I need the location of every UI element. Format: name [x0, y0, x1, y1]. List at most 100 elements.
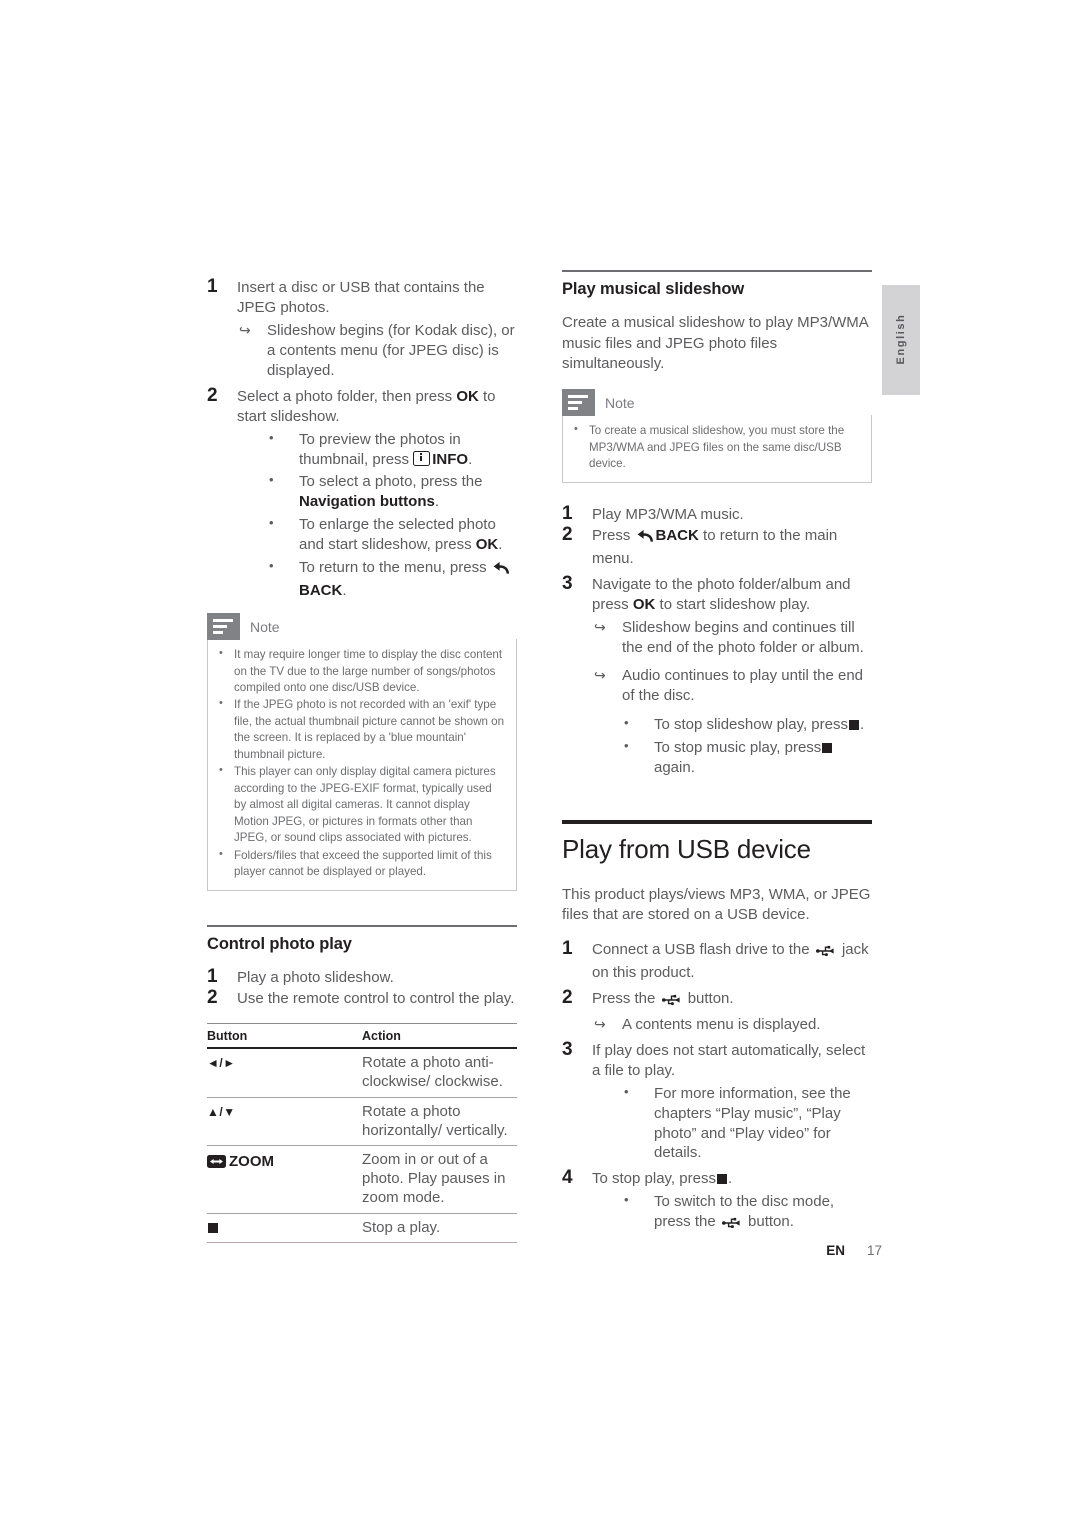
note-title: Note [605, 394, 635, 411]
step-number: 2 [562, 986, 573, 1008]
bullet-dot: • [219, 764, 223, 777]
note-item-text: It may require longer time to display th… [234, 648, 503, 694]
bullet-text-pre: To stop slideshow play, press [654, 715, 848, 733]
footer-page-number: 17 [866, 1243, 882, 1258]
step-text: To stop play, press. [592, 1170, 732, 1187]
step-result-text: Audio continues to play until the end of… [622, 666, 864, 704]
stop-icon [208, 1222, 218, 1233]
back-button-ref: BACK [655, 527, 699, 545]
back-button-ref: BACK [299, 582, 343, 600]
usb-icon [661, 992, 682, 1012]
note-item: • If the JPEG photo is not recorded with … [216, 697, 506, 763]
bullet-preview-thumbnail: • To preview the photos in thumbnail, pr… [237, 430, 517, 470]
step-number: 1 [562, 503, 573, 525]
cell-button: ▲/▼ [207, 1097, 362, 1147]
bullet-text-post: . [342, 582, 347, 600]
step-text: Play a photo slideshow. [237, 969, 394, 987]
bullet-stop-slideshow: • To stop slideshow play, press. [592, 715, 872, 735]
note-body: • It may require longer time to display t… [207, 639, 517, 892]
step-text-post: button. [683, 989, 734, 1007]
table-row: ▲/▼ Rotate a photo horizontally/ vertica… [207, 1097, 517, 1147]
section-intro: This product plays/views MP3, WMA, or JP… [562, 885, 871, 924]
step-text: If play does not start automatically, se… [592, 1041, 866, 1079]
page-footer: EN 17 [0, 1243, 1080, 1258]
arrow-icon: ↪ [594, 619, 606, 636]
step-text-pre: Press the [592, 989, 660, 1007]
control-step-2: 2 Use the remote control to control the … [207, 987, 517, 1009]
musical-step-2: 2 Press BACK to return to the main menu. [562, 524, 872, 569]
bullet-dot: • [269, 429, 274, 445]
bullet-text-post: . [434, 493, 439, 511]
usb-step-2: 2 Press the button. ↪ A contents menu is… [562, 986, 872, 1035]
step-text: Connect a USB flash drive to the jack on… [592, 941, 869, 981]
cell-action: Zoom in or out of a photo. Play pauses i… [362, 1145, 517, 1214]
back-icon [493, 561, 510, 581]
note-body: • To create a musical slideshow, you must… [562, 415, 872, 484]
note-item-text: To create a musical slideshow, you must … [589, 424, 845, 470]
note-icon [562, 389, 595, 417]
stop-icon [716, 1174, 727, 1185]
footer-locale: EN [826, 1243, 845, 1258]
arrow-icon: ↪ [594, 1015, 606, 1032]
back-icon [637, 529, 654, 549]
cell-action: Rotate a photo horizontally/ vertically. [362, 1097, 517, 1147]
bullet-text: For more information, see the chapters “… [654, 1084, 851, 1162]
info-icon [413, 450, 431, 466]
note-box-photo: Note • It may require longer time to disp… [207, 613, 517, 892]
left-right-arrows-icon: ◄/► [207, 1056, 236, 1071]
stop-icon [848, 719, 859, 730]
note-header: Note [562, 389, 872, 417]
bullet-dot: • [624, 714, 629, 730]
step-number: 3 [562, 573, 573, 595]
right-column: Play musical slideshow Create a musical … [562, 270, 872, 1241]
note-item: • This player can only display digital ca… [216, 764, 506, 846]
step-result: ↪ A contents menu is displayed. [592, 1015, 872, 1035]
cell-button: ZOOM [207, 1145, 362, 1214]
bullet-text-post: . [468, 450, 473, 468]
bullet-select-photo: • To select a photo, press the Navigatio… [237, 472, 517, 512]
bullet-text-post: . [498, 536, 503, 554]
cell-action: Stop a play. [362, 1213, 517, 1243]
bullet-switch-disc-mode: • To switch to the disc mode, press the … [592, 1192, 872, 1235]
step-text: Select a photo folder, then press OK to … [237, 388, 496, 425]
step-number: 2 [207, 384, 218, 406]
bullet-text-post: button. [743, 1213, 794, 1231]
bullet-dot: • [624, 1192, 629, 1208]
step-number: 2 [562, 524, 573, 546]
note-header: Note [207, 613, 517, 641]
ok-button-ref: OK [475, 536, 499, 554]
section-heading: Play musical slideshow [562, 280, 745, 298]
step-text: Insert a disc or USB that contains the J… [237, 279, 485, 316]
navigation-buttons-ref: Navigation buttons [299, 493, 435, 511]
usb-step-3: 3 If play does not start automatically, … [562, 1038, 872, 1164]
step-text-pre: Press [592, 527, 635, 545]
musical-steps: 1 Play MP3/WMA music. 2 Press BACK to re… [562, 503, 872, 777]
note-item: • Folders/files that exceed the supported… [216, 848, 506, 881]
cell-button [207, 1213, 362, 1243]
note-box-musical: Note • To create a musical slideshow, you… [562, 389, 872, 484]
step-text-pre: Select a photo folder, then press [237, 387, 457, 405]
note-item: • It may require longer time to display t… [216, 647, 506, 696]
ok-button-ref: OK [456, 387, 479, 405]
step-number: 2 [207, 987, 218, 1009]
table-header-row: Button Action [207, 1023, 517, 1050]
step-number: 1 [207, 966, 218, 988]
bullet-dot: • [269, 515, 274, 531]
cell-button: ◄/► [207, 1048, 362, 1098]
usb-icon [815, 943, 836, 963]
step-text-pre: Connect a USB flash drive to the [592, 941, 814, 959]
bullet-text-pre: To enlarge the selected photo and start … [299, 516, 496, 554]
zoom-label: ZOOM [229, 1153, 274, 1171]
step-text: Play MP3/WMA music. [592, 506, 744, 524]
language-tab: English [882, 285, 920, 395]
note-item-text: Folders/files that exceed the supported … [234, 848, 492, 878]
control-table: Button Action ◄/► Rotate a photo anti-cl… [207, 1023, 517, 1243]
step-text: Press the button. [592, 990, 734, 1007]
step-number: 3 [562, 1038, 573, 1060]
step-number: 1 [207, 276, 218, 297]
step-1: 1 Insert a disc or USB that contains the… [207, 276, 517, 381]
section-rule [562, 819, 872, 824]
stop-icon [822, 742, 833, 753]
control-photo-play-section: Control photo play 1 Play a photo slides… [207, 925, 517, 1243]
step-text: Navigate to the photo folder/album and p… [592, 576, 851, 613]
